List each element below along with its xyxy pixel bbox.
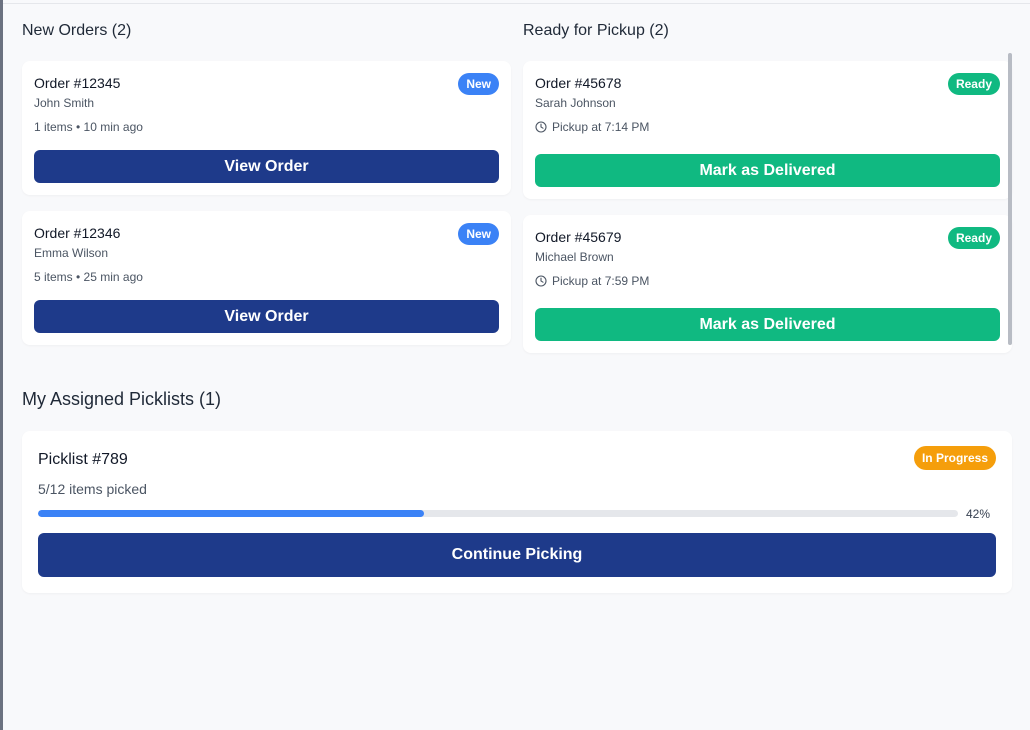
window-top-border (3, 3, 1030, 4)
view-order-button[interactable]: View Order (34, 300, 499, 333)
new-orders-title: New Orders (2) (22, 22, 132, 39)
customer-name: Emma Wilson (34, 246, 109, 260)
order-meta: 1 items • 10 min ago (34, 120, 143, 134)
pickup-card: Order #45678 Ready Sarah Johnson Pickup … (523, 61, 1012, 199)
continue-picking-button[interactable]: Continue Picking (38, 533, 996, 577)
pickup-scrollbar[interactable] (1008, 53, 1012, 345)
clock-icon (535, 275, 547, 287)
window-left-border (0, 0, 3, 730)
customer-name: Michael Brown (535, 250, 614, 264)
order-id: Order #45678 (535, 75, 622, 91)
progress-bar-fill (38, 510, 425, 517)
order-card: Order #12346 New Emma Wilson 5 items • 2… (22, 211, 511, 345)
clock-icon (535, 121, 547, 133)
picklists-title: My Assigned Picklists (1) (22, 389, 222, 409)
items-picked-text: 5/12 items picked (38, 481, 147, 497)
order-meta-text: 1 items • 10 min ago (34, 120, 143, 134)
status-badge: In Progress (913, 446, 996, 470)
status-badge: New (458, 73, 499, 95)
pickup-time: Pickup at 7:14 PM (535, 120, 649, 134)
pickup-time-text: Pickup at 7:59 PM (552, 274, 650, 288)
view-order-button[interactable]: View Order (34, 150, 499, 183)
customer-name: Sarah Johnson (535, 96, 616, 110)
order-meta-text: 5 items • 25 min ago (34, 270, 143, 284)
order-id: Order #45679 (535, 229, 622, 245)
mark-as-delivered-button[interactable]: Mark as Delivered (535, 308, 1000, 341)
ready-for-pickup-title: Ready for Pickup (2) (523, 22, 669, 39)
status-badge: Ready (947, 227, 1000, 249)
customer-name: John Smith (34, 96, 95, 110)
order-meta: 5 items • 25 min ago (34, 270, 143, 284)
pickup-time-text: Pickup at 7:14 PM (552, 120, 650, 134)
picklist-id: Picklist #789 (38, 451, 128, 468)
mark-as-delivered-button[interactable]: Mark as Delivered (535, 154, 1000, 187)
status-badge: Ready (947, 73, 1000, 95)
progress-percent: 42% (965, 507, 990, 521)
progress-bar (38, 510, 958, 517)
pickup-time: Pickup at 7:59 PM (535, 274, 649, 288)
pickup-card: Order #45679 Ready Michael Brown Pickup … (523, 215, 1012, 353)
order-id: Order #12345 (34, 75, 121, 91)
order-id: Order #12346 (34, 225, 121, 241)
status-badge: New (458, 223, 499, 245)
picklist-card: Picklist #789 In Progress 5/12 items pic… (22, 431, 1012, 593)
order-card: Order #12345 New John Smith 1 items • 10… (22, 61, 511, 195)
